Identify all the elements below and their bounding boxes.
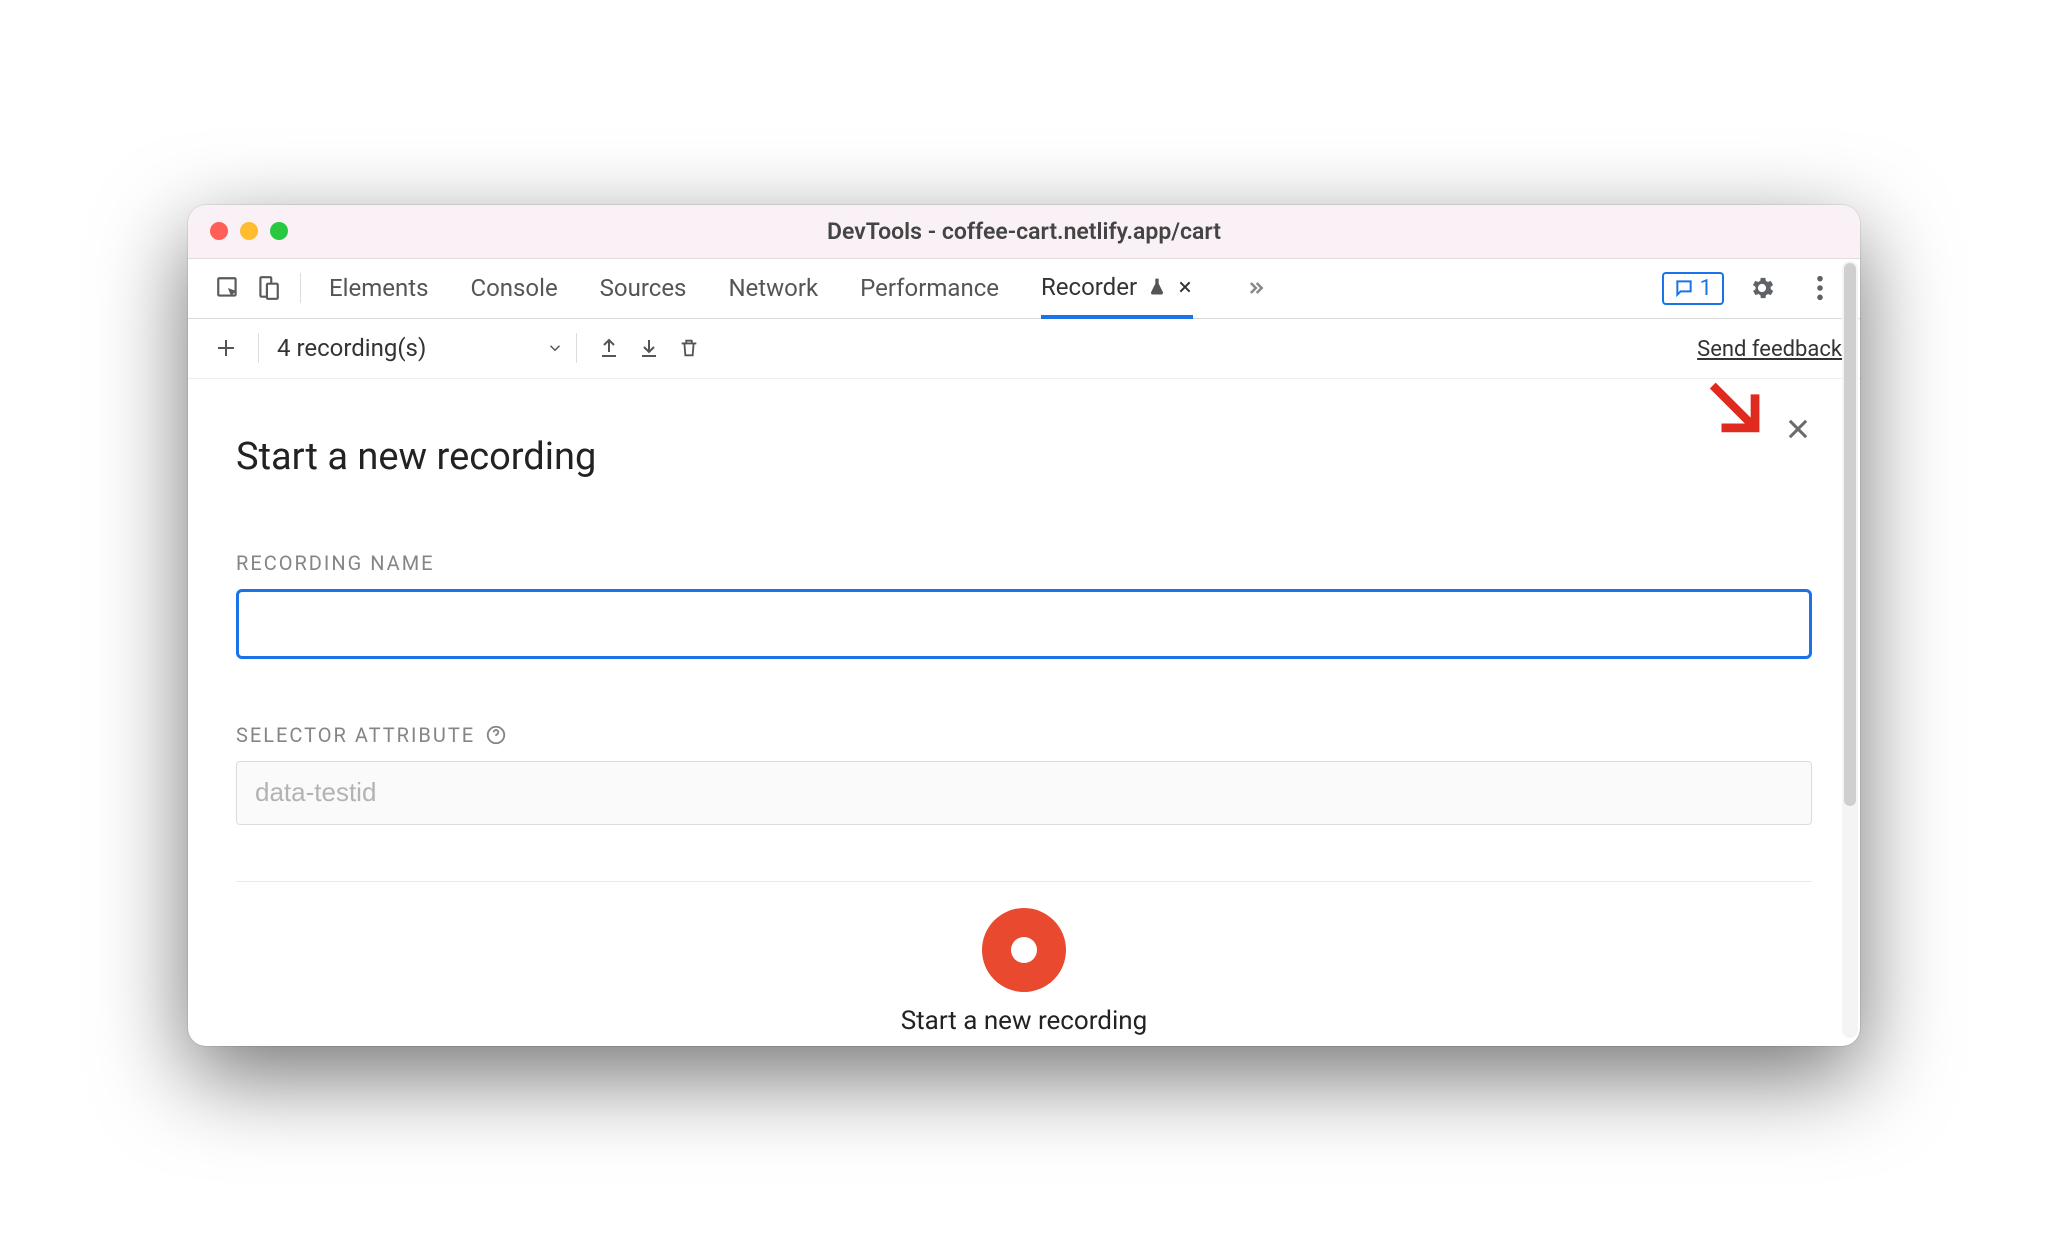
titlebar: DevTools - coffee-cart.netlify.app/cart [188, 205, 1860, 259]
start-recording-panel: Start a new recording Recording Name Sel… [188, 379, 1860, 1046]
record-icon [1011, 937, 1037, 963]
help-icon[interactable] [485, 724, 507, 746]
window-minimize-button[interactable] [240, 222, 258, 240]
more-tabs-icon[interactable] [1235, 268, 1275, 308]
divider [300, 273, 301, 303]
close-panel-button[interactable] [1784, 415, 1812, 443]
panel-heading: Start a new recording [236, 435, 1812, 479]
inspect-element-icon[interactable] [208, 268, 248, 308]
selector-attribute-label: Selector Attribute [236, 723, 1812, 747]
devtools-window: DevTools - coffee-cart.netlify.app/cart … [188, 205, 1860, 1046]
chevron-down-icon [546, 339, 564, 357]
tab-console[interactable]: Console [470, 260, 557, 316]
panel-footer: Start a new recording [236, 881, 1812, 1046]
recorder-toolbar: 4 recording(s) Send feedback [188, 319, 1860, 379]
issues-badge[interactable]: 1 [1662, 272, 1724, 305]
new-recording-icon[interactable] [206, 328, 246, 368]
recording-name-label: Recording Name [236, 551, 1812, 575]
delete-icon[interactable] [669, 328, 709, 368]
divider [258, 333, 259, 363]
tab-recorder[interactable]: Recorder [1041, 259, 1193, 319]
import-icon[interactable] [629, 328, 669, 368]
tab-sources[interactable]: Sources [600, 260, 687, 316]
annotation-arrow-icon [1704, 371, 1774, 441]
tab-network[interactable]: Network [728, 260, 818, 316]
flask-icon [1147, 277, 1167, 297]
traffic-lights [210, 222, 288, 240]
window-zoom-button[interactable] [270, 222, 288, 240]
tabs-bar: Elements Console Sources Network Perform… [188, 259, 1860, 319]
window-close-button[interactable] [210, 222, 228, 240]
tab-recorder-label: Recorder [1041, 273, 1137, 301]
export-icon[interactable] [589, 328, 629, 368]
window-title: DevTools - coffee-cart.netlify.app/cart [188, 218, 1860, 245]
tab-elements[interactable]: Elements [329, 260, 428, 316]
recording-name-input[interactable] [236, 589, 1812, 659]
start-recording-button[interactable] [982, 908, 1066, 992]
tab-performance[interactable]: Performance [860, 260, 999, 316]
send-feedback-link[interactable]: Send feedback [1697, 337, 1842, 362]
kebab-menu-icon[interactable] [1800, 268, 1840, 308]
close-tab-icon[interactable] [1177, 279, 1193, 295]
selector-attribute-input[interactable] [236, 761, 1812, 825]
recordings-dropdown[interactable]: 4 recording(s) [277, 334, 564, 362]
issues-count: 1 [1700, 276, 1712, 301]
divider [576, 333, 577, 363]
start-recording-label: Start a new recording [901, 1006, 1148, 1036]
settings-icon[interactable] [1742, 268, 1782, 308]
recordings-dropdown-label: 4 recording(s) [277, 334, 426, 362]
device-toggle-icon[interactable] [248, 268, 288, 308]
